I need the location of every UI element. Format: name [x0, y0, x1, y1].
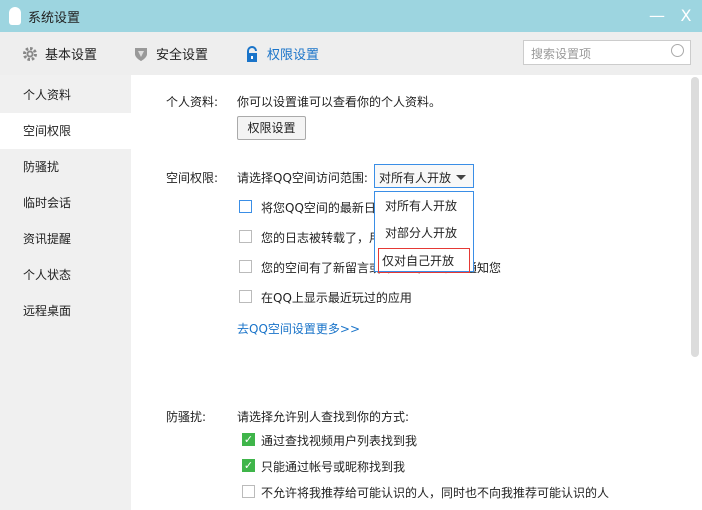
shield-icon — [133, 46, 149, 62]
chevron-down-icon — [456, 175, 466, 180]
tab-label: 安全设置 — [156, 48, 209, 63]
space-access-select[interactable]: 对所有人开放 — [374, 164, 474, 188]
checkbox-label: 在QQ上显示最近玩过的应用 — [261, 291, 412, 305]
checkbox[interactable] — [239, 290, 252, 303]
sidebar-item-space-permission[interactable]: 空间权限 — [0, 113, 131, 149]
tab-label: 权限设置 — [267, 48, 320, 63]
checkbox[interactable] — [242, 485, 255, 498]
checkbox-label: 不允许将我推荐给可能认识的人，同时也不向我推荐可能认识的人 — [261, 486, 610, 500]
checkbox[interactable] — [239, 230, 252, 243]
lock-icon — [244, 45, 260, 62]
harass-prompt: 请选择允许别人查找到你的方式: — [237, 410, 410, 424]
space-prompt: 请选择QQ空间访问范围: — [237, 171, 368, 185]
checkbox-label: 只能通过帐号或昵称找到我 — [261, 460, 406, 474]
minimize-button[interactable]: — — [647, 6, 667, 26]
search-icon[interactable] — [671, 44, 684, 57]
option-everyone[interactable]: 对所有人开放 — [378, 194, 470, 219]
checkbox-checked[interactable]: ✓ — [242, 459, 255, 472]
search-placeholder: 搜索设置项 — [531, 47, 592, 61]
title-bar: 系统设置 — X — [0, 0, 702, 32]
checkbox[interactable] — [239, 200, 252, 213]
sidebar-item-status[interactable]: 个人状态 — [0, 257, 131, 293]
checkbox-label: 通过查找视频用户列表找到我 — [261, 434, 418, 448]
tab-permission-settings[interactable]: 权限设置 — [244, 44, 319, 63]
select-value: 对所有人开放 — [379, 171, 452, 185]
sidebar-item-profile[interactable]: 个人资料 — [0, 77, 131, 113]
gear-icon — [22, 46, 38, 62]
space-label: 空间权限: — [166, 171, 219, 185]
sidebar-item-temp-chat[interactable]: 临时会话 — [0, 185, 131, 221]
scrollbar[interactable] — [691, 77, 699, 357]
window-title: 系统设置 — [28, 10, 81, 26]
profile-desc: 你可以设置谁可以查看你的个人资料。 — [237, 95, 442, 109]
permission-settings-button[interactable]: 权限设置 — [237, 116, 306, 140]
option-some-people[interactable]: 对部分人开放 — [378, 221, 470, 246]
checkbox[interactable] — [239, 260, 252, 273]
settings-content: 个人资料: 你可以设置谁可以查看你的个人资料。 权限设置 空间权限: 请选择QQ… — [131, 75, 702, 510]
tab-label: 基本设置 — [45, 48, 98, 63]
checkbox-checked[interactable]: ✓ — [242, 433, 255, 446]
option-only-me[interactable]: 仅对自己开放 — [378, 248, 470, 273]
sidebar-item-news-alert[interactable]: 资讯提醒 — [0, 221, 131, 257]
qq-penguin-icon — [9, 7, 21, 25]
tab-basic-settings[interactable]: 基本设置 — [22, 44, 97, 63]
more-space-settings-link[interactable]: 去QQ空间设置更多>> — [237, 320, 360, 337]
harass-label: 防骚扰: — [166, 410, 207, 424]
close-button[interactable]: X — [676, 6, 696, 26]
tab-security-settings[interactable]: 安全设置 — [133, 44, 208, 63]
search-input[interactable]: 搜索设置项 — [523, 40, 691, 65]
sidebar-item-remote-desktop[interactable]: 远程桌面 — [0, 293, 131, 329]
space-access-dropdown: 对所有人开放 对部分人开放 仅对自己开放 — [374, 191, 474, 273]
sidebar: 个人资料 空间权限 防骚扰 临时会话 资讯提醒 个人状态 远程桌面 — [0, 75, 131, 510]
sidebar-item-anti-harass[interactable]: 防骚扰 — [0, 149, 131, 185]
profile-label: 个人资料: — [166, 95, 219, 109]
